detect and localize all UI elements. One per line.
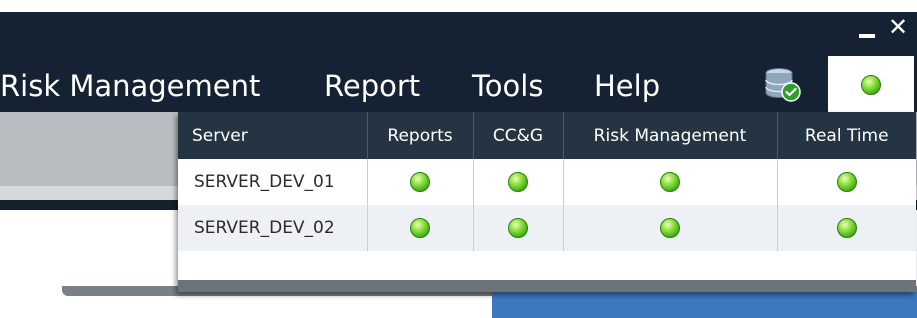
real-time-status <box>776 205 916 251</box>
server-status-table: Server Reports CC&G Risk Management Real… <box>178 112 916 280</box>
ccg-status <box>472 205 563 251</box>
table-row[interactable]: SERVER_DEV_01 <box>178 159 916 205</box>
reports-status <box>366 205 473 251</box>
risk-management-status <box>562 205 777 251</box>
column-header-server[interactable]: Server <box>178 112 367 159</box>
green-status-icon <box>410 172 430 192</box>
top-strip <box>0 0 917 12</box>
status-tab[interactable] <box>828 56 914 112</box>
server-status-popup: Server Reports CC&G Risk Management Real… <box>178 112 916 292</box>
green-status-icon <box>508 218 528 238</box>
green-status-icon <box>836 218 857 238</box>
green-status-icon <box>660 172 680 192</box>
reports-status <box>366 159 473 205</box>
green-status-icon <box>861 75 881 95</box>
table-row[interactable]: SERVER_DEV_02 <box>178 205 916 251</box>
ccg-status <box>472 159 563 205</box>
close-icon[interactable]: ✕ <box>886 14 910 40</box>
column-header-ccg[interactable]: CC&G <box>472 112 563 159</box>
empty-row <box>178 251 916 280</box>
blue-panel <box>492 292 917 318</box>
green-status-icon <box>410 218 430 238</box>
risk-management-status <box>562 159 777 205</box>
column-header-reports[interactable]: Reports <box>366 112 473 159</box>
column-header-real-time[interactable]: Real Time <box>776 112 916 159</box>
server-name: SERVER_DEV_02 <box>178 205 367 251</box>
menu-risk-management[interactable]: Risk Management <box>0 66 260 106</box>
minimize-icon[interactable] <box>857 18 879 40</box>
green-status-icon <box>508 172 528 192</box>
menu-help[interactable]: Help <box>594 66 660 106</box>
table-header: Server Reports CC&G Risk Management Real… <box>178 112 916 159</box>
green-status-icon <box>660 218 680 238</box>
column-header-risk-management[interactable]: Risk Management <box>562 112 777 159</box>
database-check-icon[interactable] <box>764 67 802 103</box>
menu-tools[interactable]: Tools <box>472 66 543 106</box>
menu-report[interactable]: Report <box>324 66 420 106</box>
server-name: SERVER_DEV_01 <box>178 159 367 205</box>
green-status-icon <box>836 172 857 192</box>
real-time-status <box>776 159 916 205</box>
